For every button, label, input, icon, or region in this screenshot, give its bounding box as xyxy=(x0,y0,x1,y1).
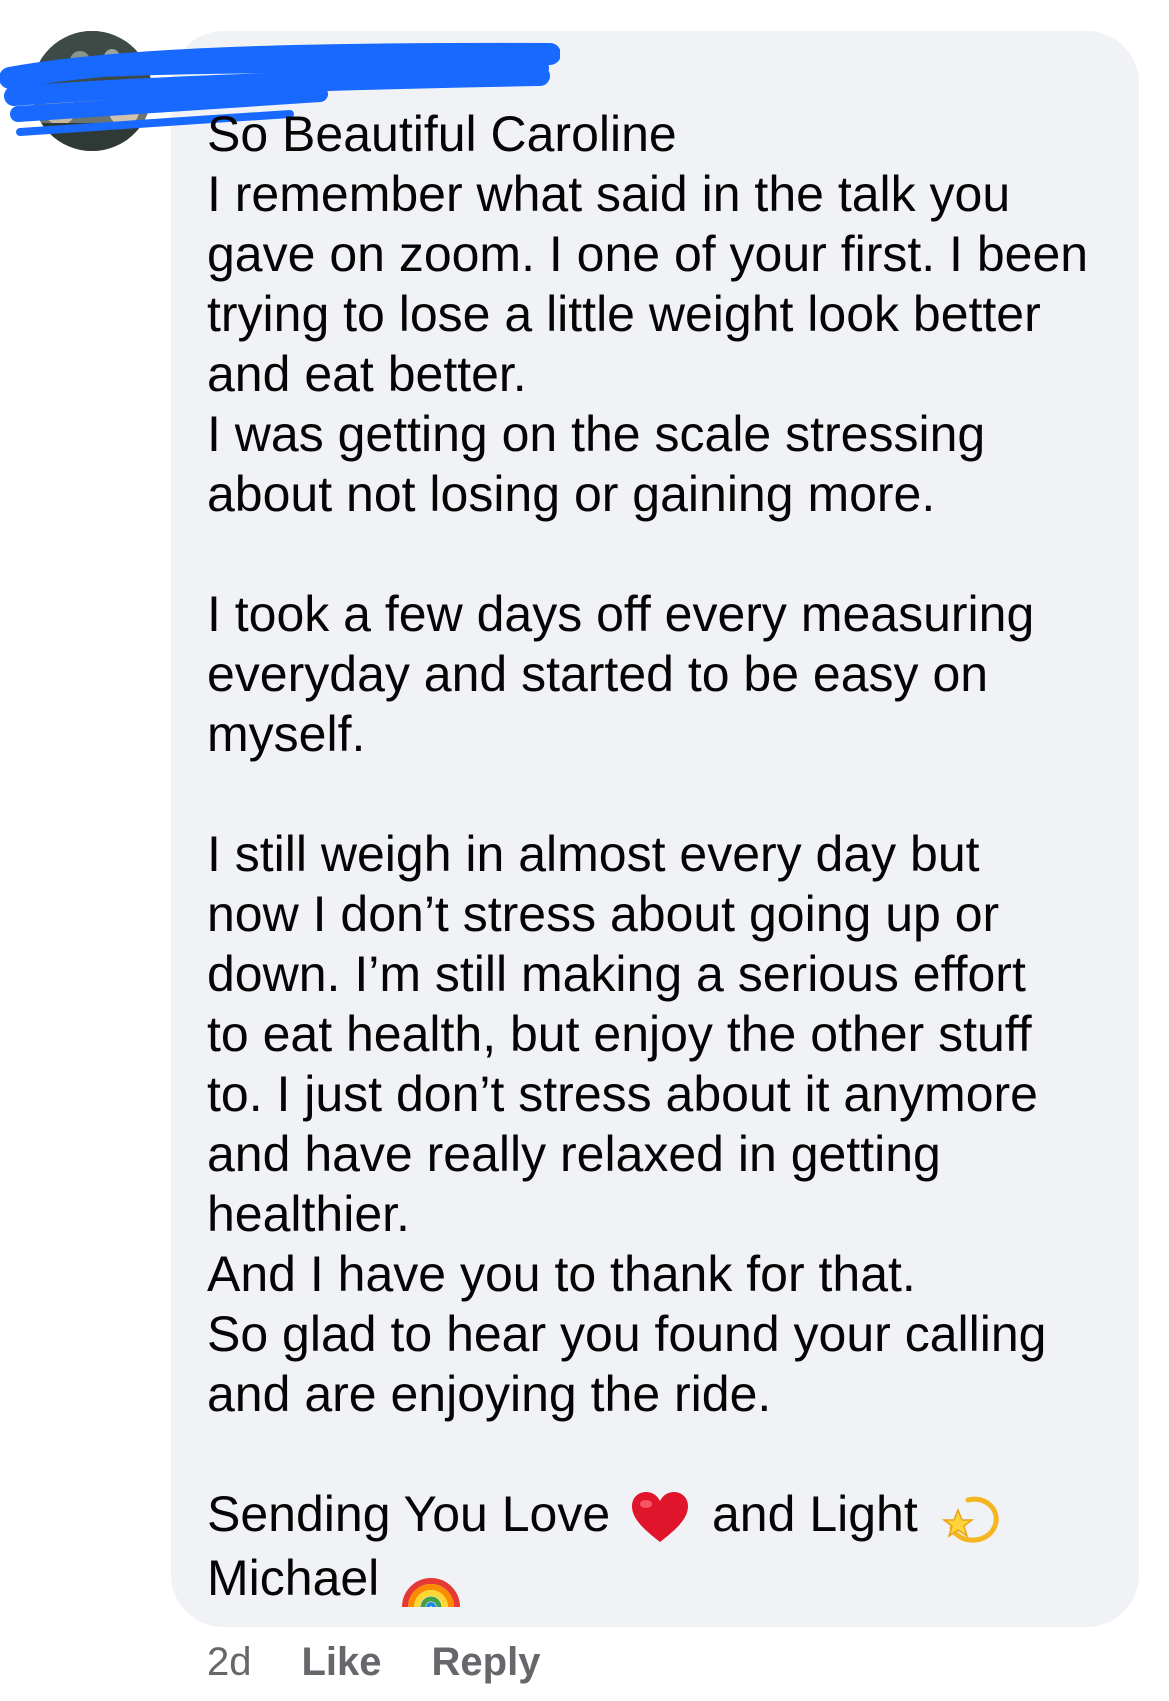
comment-line: to eat health, but enjoy the other stuff xyxy=(207,1006,1032,1062)
comment-line: and eat better. xyxy=(207,346,527,402)
red-heart-icon xyxy=(632,1491,689,1544)
comment-line: I remember what said in the talk you xyxy=(207,166,1011,222)
comment-blank-line xyxy=(207,1424,1127,1484)
comment-line: everyday and started to be easy on xyxy=(207,646,989,702)
comment-blank-line xyxy=(207,764,1127,824)
comment-line: And I have you to thank for that. xyxy=(207,1246,916,1302)
comment-line: and are enjoying the ride. xyxy=(207,1366,772,1422)
comment-line: myself. xyxy=(207,706,366,762)
comment-signoff-line: Sending You Love and Light xyxy=(207,1484,1127,1548)
signoff-name: Michael xyxy=(207,1549,380,1606)
comment-line: I still weigh in almost every day but xyxy=(207,826,980,882)
comment-text: So Beautiful Caroline I remember what sa… xyxy=(207,104,1127,1609)
comment-line: I took a few days off every measuring xyxy=(207,586,1035,642)
rainbow-icon xyxy=(401,1555,461,1609)
reply-button[interactable]: Reply xyxy=(432,1640,541,1685)
comment-line: and have really relaxed in getting xyxy=(207,1126,941,1182)
comment-line: So Beautiful Caroline xyxy=(207,106,677,162)
comment-line: So glad to hear you found your calling xyxy=(207,1306,1047,1362)
comment-line: now I don’t stress about going up or xyxy=(207,886,1000,942)
comment-line: to. I just don’t stress about it anymore xyxy=(207,1066,1038,1122)
comment-timestamp[interactable]: 2d xyxy=(207,1640,252,1685)
comment-line: down. I’m still making a serious effort xyxy=(207,946,1026,1002)
signoff-text-love: Sending You Love xyxy=(207,1486,611,1542)
comment-line: trying to lose a little weight look bett… xyxy=(207,286,1041,342)
comment-line: I was getting on the scale stressing xyxy=(207,406,986,462)
comment-line: gave on zoom. I one of your first. I bee… xyxy=(207,226,1089,282)
dizzy-star-icon xyxy=(940,1488,1000,1548)
comment-line: about not losing or gaining more. xyxy=(207,466,936,522)
comment-line: healthier. xyxy=(207,1186,410,1242)
signoff-text-light: and Light xyxy=(712,1486,918,1542)
comment-meta-row: 2d Like Reply xyxy=(207,1640,540,1685)
comment-blank-line xyxy=(207,524,1127,584)
like-button[interactable]: Like xyxy=(302,1640,382,1685)
comment-signoff-name-line: Michael xyxy=(207,1548,1127,1609)
